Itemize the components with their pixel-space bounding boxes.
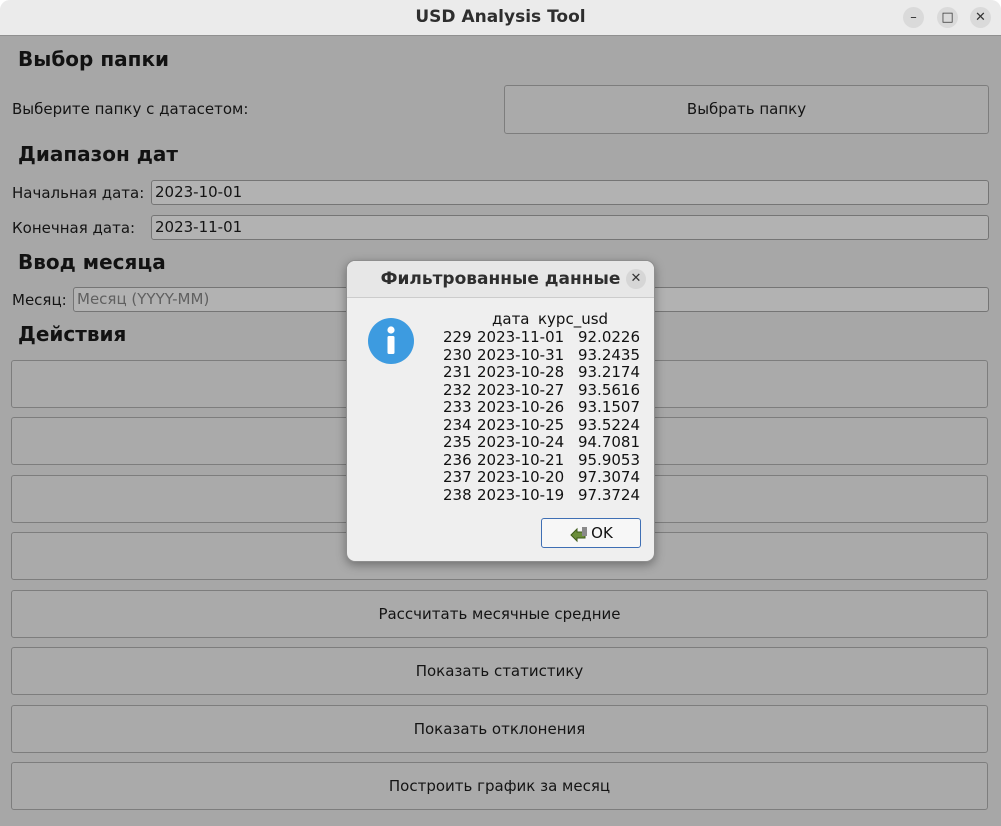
row-index: 229 [443,328,472,346]
row-rate: 93.2435 [577,345,640,364]
row-rate: 95.9053 [577,450,640,469]
table-row: 232 2023-10-27 93.5616 [443,380,643,400]
row-index: 231 [443,363,472,381]
table-row: 237 2023-10-20 97.3074 [443,468,643,487]
table-row: 238 2023-10-19 97.3724 [443,485,643,505]
row-date: 2023-10-20 [477,468,565,486]
ok-label: OK [591,524,613,542]
row-date: 2023-10-26 [477,398,565,416]
table-row: 234 2023-10-25 93.5224 [443,415,643,435]
row-date: 2023-11-01 [477,328,565,346]
row-rate: 93.1507 [577,398,640,416]
row-rate: 97.3074 [577,468,640,486]
main-window: USD Analysis Tool – □ ✕ Выбор папки Выбе… [0,0,1001,826]
dialog-titlebar: Фильтрованные данные ✕ [347,261,654,298]
row-index: 238 [443,485,472,504]
row-rate: 97.3724 [577,485,640,504]
row-rate: 94.7081 [577,433,640,451]
row-index: 232 [443,380,472,399]
table-row: 229 2023-11-01 92.0226 [443,328,643,347]
row-index: 230 [443,345,472,364]
row-rate: 93.2174 [577,363,640,381]
minimize-button[interactable]: – [903,7,924,28]
row-index: 237 [443,468,472,486]
row-index: 235 [443,433,472,451]
info-icon [368,318,414,364]
row-date: 2023-10-31 [477,345,565,364]
ok-button[interactable]: OK [541,518,641,548]
row-date: 2023-10-28 [477,363,565,381]
row-rate: 93.5616 [577,380,640,399]
table-row: 233 2023-10-26 93.1507 [443,398,643,417]
row-rate: 92.0226 [577,328,640,346]
row-date: 2023-10-25 [477,415,565,434]
row-date: 2023-10-21 [477,450,565,469]
row-index: 236 [443,450,472,469]
row-date: 2023-10-24 [477,433,565,451]
table-row: 230 2023-10-31 93.2435 [443,345,643,365]
titlebar: USD Analysis Tool – □ ✕ [0,0,1001,36]
filtered-data-dialog: Фильтрованные данные ✕ дата курс_usd 229… [346,260,655,562]
window-title: USD Analysis Tool [415,7,586,27]
table-row: 235 2023-10-24 94.7081 [443,433,643,452]
row-index: 233 [443,398,472,416]
dialog-close-button[interactable]: ✕ [626,269,646,289]
row-rate: 93.5224 [577,415,640,434]
table-row: 231 2023-10-28 93.2174 [443,363,643,382]
close-button[interactable]: ✕ [970,7,991,28]
row-date: 2023-10-27 [477,380,565,399]
table-header: дата курс_usd [443,310,643,329]
ok-icon [570,526,588,542]
dialog-title: Фильтрованные данные [380,269,621,289]
maximize-button[interactable]: □ [937,7,958,28]
row-date: 2023-10-19 [477,485,565,504]
table-row: 236 2023-10-21 95.9053 [443,450,643,470]
column-header-date: дата [492,310,530,328]
row-index: 234 [443,415,472,434]
column-header-rate: курс_usd [538,310,609,328]
data-table: дата курс_usd 229 2023-11-01 92.0226 230 202… [443,310,643,505]
